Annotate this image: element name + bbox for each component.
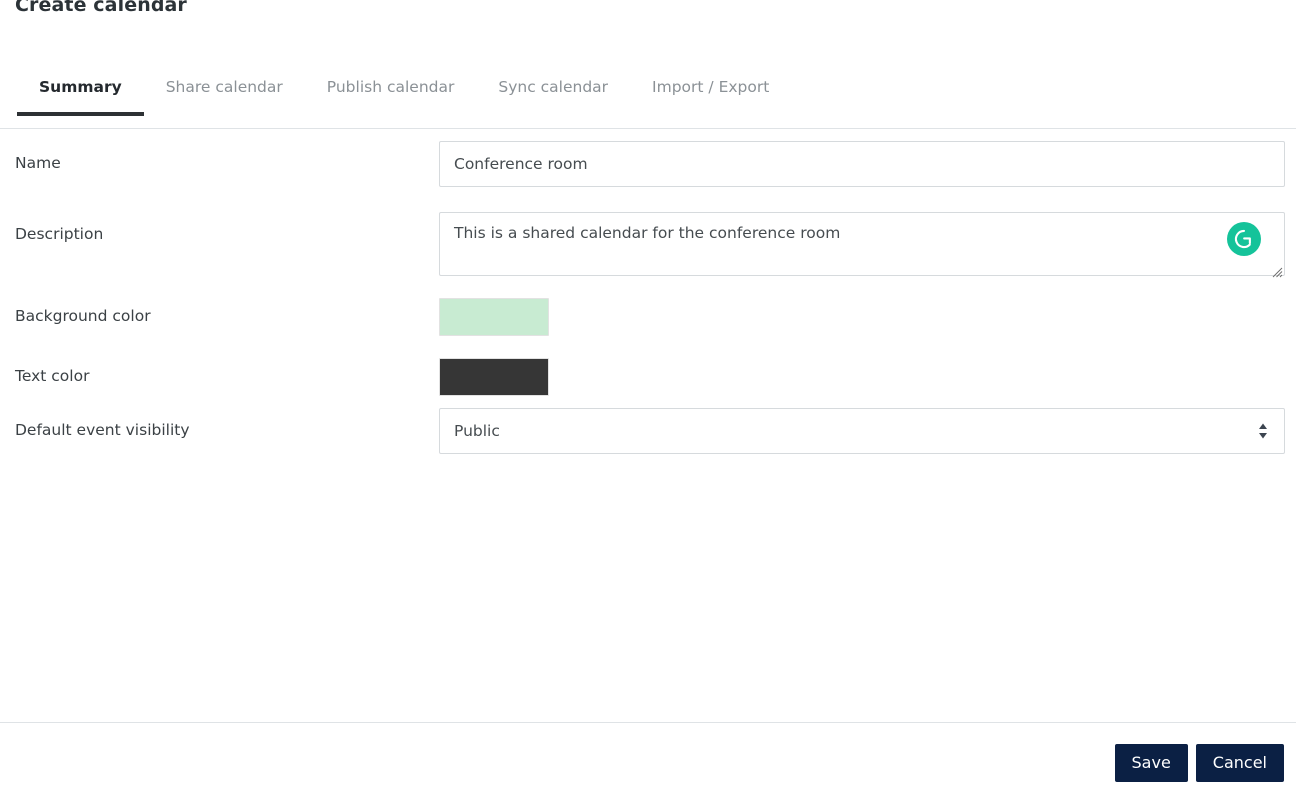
tab-publish-calendar[interactable]: Publish calendar xyxy=(305,76,477,116)
default-event-visibility-label: Default event visibility xyxy=(15,421,190,439)
page-title: Create calendar xyxy=(15,0,187,16)
background-color-label: Background color xyxy=(15,307,151,325)
tab-import-export[interactable]: Import / Export xyxy=(630,76,791,116)
tab-sync-calendar-label: Sync calendar xyxy=(498,78,609,96)
grammarly-icon[interactable] xyxy=(1227,222,1261,256)
tab-summary[interactable]: Summary xyxy=(17,76,144,116)
tab-sync-calendar[interactable]: Sync calendar xyxy=(476,76,630,116)
text-color-label: Text color xyxy=(15,367,90,385)
background-color-swatch[interactable] xyxy=(439,298,549,336)
background-color-field-wrap xyxy=(439,298,1285,339)
default-event-visibility-select[interactable]: Public xyxy=(439,408,1285,454)
text-color-field-wrap xyxy=(439,358,1285,399)
create-calendar-dialog: Create calendar Summary Share calendar P… xyxy=(0,0,1296,788)
name-input[interactable] xyxy=(439,141,1285,187)
footer-divider xyxy=(0,722,1296,723)
name-field-wrap xyxy=(439,141,1285,187)
name-label: Name xyxy=(15,154,61,172)
tab-share-calendar[interactable]: Share calendar xyxy=(144,76,305,116)
description-textarea[interactable]: This is a shared calendar for the confer… xyxy=(439,212,1285,276)
description-label: Description xyxy=(15,225,104,243)
tab-summary-label: Summary xyxy=(39,78,122,96)
form-row-name: Name xyxy=(0,141,1296,199)
cancel-button[interactable]: Cancel xyxy=(1195,744,1284,782)
form-row-background-color: Background color xyxy=(0,298,1296,356)
tab-publish-calendar-label: Publish calendar xyxy=(326,78,455,96)
tab-share-calendar-label: Share calendar xyxy=(165,78,283,96)
default-event-visibility-value: Public xyxy=(454,422,500,440)
text-color-swatch[interactable] xyxy=(439,358,549,396)
form-row-description: Description This is a shared calendar fo… xyxy=(0,212,1296,290)
tab-bar: Summary Share calendar Publish calendar … xyxy=(0,76,1296,129)
tab-import-export-label: Import / Export xyxy=(652,78,770,96)
form-row-default-event-visibility: Default event visibility Public xyxy=(0,408,1296,466)
footer-actions: Save Cancel xyxy=(0,744,1296,788)
description-field-wrap: This is a shared calendar for the confer… xyxy=(439,212,1285,280)
default-event-visibility-field-wrap: Public xyxy=(439,408,1285,454)
save-button[interactable]: Save xyxy=(1114,744,1188,782)
